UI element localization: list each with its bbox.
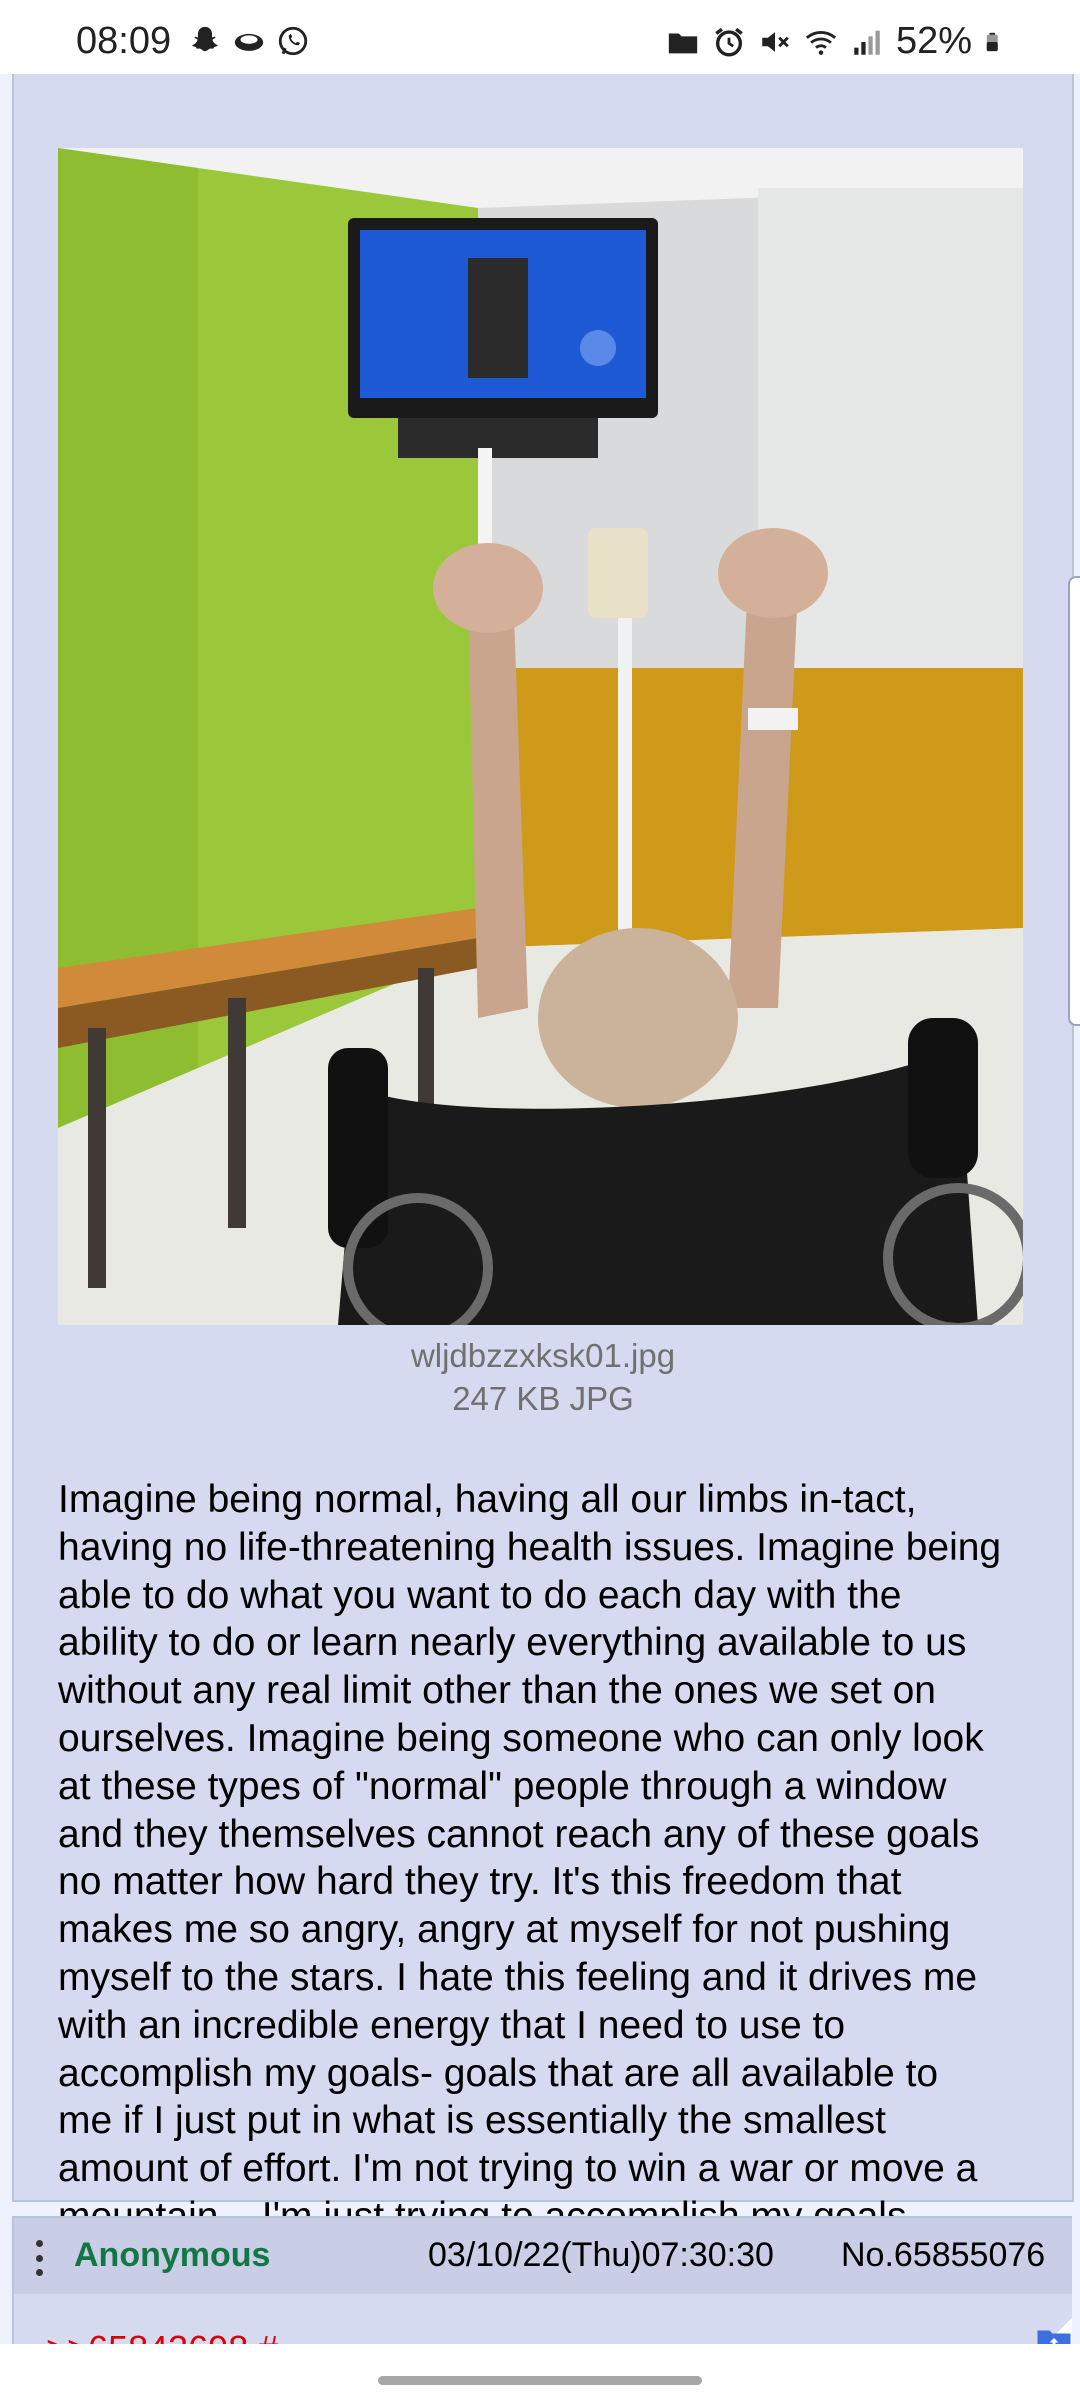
- wifi-icon: [805, 30, 837, 55]
- post-message-line: and they themselves cannot reach any of …: [58, 1812, 980, 1856]
- navigation-bar: [0, 2344, 1080, 2400]
- post-message-line: amount of effort. I'm not trying to win …: [58, 2147, 978, 2191]
- file-name-link[interactable]: wljdbzzxksk01.jpg: [14, 1337, 1072, 1375]
- post-message-line: myself to the stars. I hate this feeling…: [58, 1955, 978, 1999]
- battery-percent: 52%: [895, 20, 972, 62]
- battery-icon: [986, 32, 998, 51]
- alarm-icon: [715, 27, 743, 56]
- post-message-line: with an incredible energy that I need to…: [58, 2003, 846, 2047]
- post-message-line: no matter how hard they try. It's this f…: [58, 1860, 902, 1904]
- snapchat-icon: [192, 26, 218, 52]
- post-message-line: accomplish my goals- goals that are all …: [58, 2051, 939, 2095]
- mute-icon: [762, 31, 789, 52]
- file-size-type: 247 KB JPG: [452, 1380, 634, 1417]
- post-image[interactable]: [58, 148, 1023, 1325]
- post-message-line: able to do what you want to do each day …: [58, 1573, 902, 1617]
- home-gesture-bar[interactable]: [378, 2376, 702, 2385]
- post-message-line: ourselves. Imagine being someone who can…: [58, 1716, 984, 1760]
- reply-header: Anonymous 03/10/22(Thu)07:30:30 No.65855…: [14, 2218, 1072, 2294]
- post-date: 03/10/22(Thu)07:30:30: [428, 2236, 774, 2274]
- cap-icon: [234, 33, 264, 51]
- post-message-line: without any real limit other than the on…: [58, 1669, 936, 1713]
- post-message-line: having no life-threatening health issues…: [58, 1525, 1002, 1569]
- notification-icons: [188, 24, 310, 58]
- system-status: 52%: [666, 20, 1006, 63]
- post-number-link[interactable]: No.65855076: [841, 2236, 1045, 2275]
- post: wljdbzzxksk01.jpg 247 KB JPG Imagine bei…: [12, 74, 1074, 2238]
- post-image-drawing: [58, 148, 1023, 1325]
- folder-icon: [668, 33, 698, 53]
- status-time: 08:09: [76, 20, 172, 62]
- post-message: Imagine being normal, having all our lim…: [58, 1476, 1068, 2241]
- signal-icon: [854, 30, 880, 55]
- whatsapp-icon: [278, 26, 308, 56]
- post-message-line: Imagine being normal, having all our lim…: [58, 1478, 917, 1521]
- post-message-line: me if I just put in what is essentially …: [58, 2099, 887, 2143]
- poster-name: Anonymous: [74, 2236, 271, 2274]
- scrollbar-thumb[interactable]: [1068, 576, 1080, 1026]
- post-menu-icon[interactable]: [34, 2240, 44, 2276]
- post-message-line: makes me so angry, angry at myself for n…: [58, 1908, 951, 1952]
- post-message-line: ability to do or learn nearly everything…: [58, 1621, 967, 1665]
- status-bar: 08:09 52%: [0, 0, 1080, 74]
- post-message-line: at these types of "normal" people throug…: [58, 1764, 947, 1808]
